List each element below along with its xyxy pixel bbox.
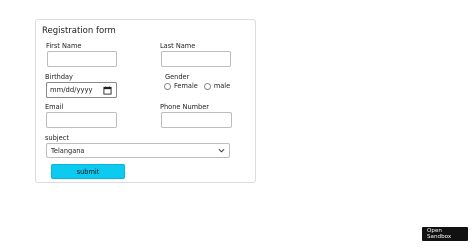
first-name-field[interactable] [47,51,117,67]
gender-label: Gender [165,73,190,81]
female-label: Female [174,82,198,90]
open-sandbox-button[interactable]: Open Sandbox [422,227,468,241]
subject-select[interactable]: Telangana [46,143,230,158]
last-name-field[interactable] [161,51,231,67]
subject-label: subject [45,134,69,142]
male-radio[interactable] [203,82,211,90]
gender-option-female[interactable]: Female [164,82,198,90]
phone-label: Phone Number [160,103,210,111]
email-field[interactable] [46,112,117,128]
last-name-label: Last Name [160,42,196,50]
male-label: male [213,82,231,90]
subject-selected-value: Telangana [51,146,85,155]
chevron-down-icon [217,147,225,155]
phone-field[interactable] [161,112,232,128]
birthday-date-field[interactable]: mm/dd/yyyy [46,82,117,98]
form-title: Registration form [42,26,116,36]
female-radio[interactable] [164,82,171,90]
birthday-placeholder: mm/dd/yyyy [50,86,93,94]
gender-options: Female male [164,82,236,90]
gender-option-male[interactable]: male [203,82,231,90]
first-name-label: First Name [46,42,82,50]
calendar-icon[interactable] [101,84,113,96]
email-label: Email [45,103,64,111]
birthday-label: Birthday [45,73,73,81]
sandbox-line2: Sandbox [427,233,452,240]
submit-button[interactable]: submit [51,164,125,179]
